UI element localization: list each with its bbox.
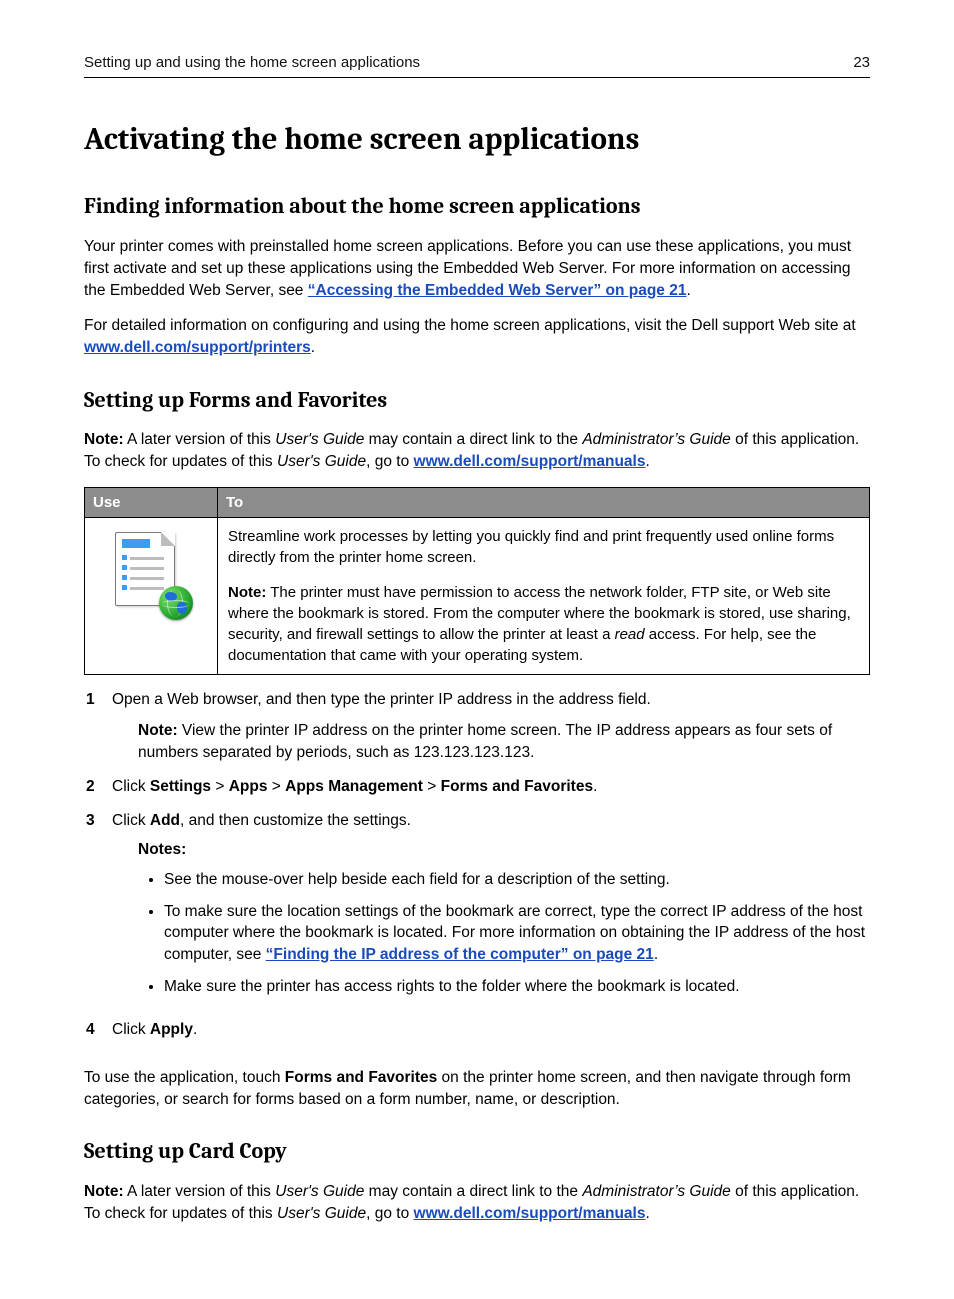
- paragraph: For detailed information on configuring …: [84, 315, 870, 358]
- notes-label: Notes:: [138, 839, 870, 861]
- forms-favorites-table: Use To: [84, 487, 870, 675]
- step-1: Open a Web browser, and then type the pr…: [84, 689, 870, 776]
- table-header-to: To: [218, 487, 870, 517]
- step-3-notes-list: See the mouse-over help beside each fiel…: [164, 869, 870, 997]
- forms-favorites-icon-cell: [85, 517, 218, 674]
- step-3: Click Add, and then customize the settin…: [84, 810, 870, 1020]
- forms-favorites-description: Streamline work processes by letting you…: [218, 517, 870, 674]
- subheading-forms-favorites: Setting up Forms and Favorites: [84, 385, 870, 416]
- note-paragraph: Note: A later version of this User's Gui…: [84, 429, 870, 472]
- table-row: Streamline work processes by letting you…: [85, 517, 870, 674]
- link-dell-support-manuals[interactable]: www.dell.com/support/manuals: [414, 1205, 646, 1222]
- link-dell-support-printers[interactable]: www.dell.com/support/printers: [84, 339, 311, 356]
- list-item: Make sure the printer has access rights …: [164, 976, 870, 998]
- link-accessing-ews[interactable]: “Accessing the Embedded Web Server” on p…: [308, 282, 687, 299]
- paragraph: Your printer comes with preinstalled hom…: [84, 236, 870, 301]
- forms-globe-icon: [115, 532, 187, 614]
- section-path: Setting up and using the home screen app…: [84, 52, 420, 73]
- setup-steps: Open a Web browser, and then type the pr…: [84, 689, 870, 1053]
- header-rule: [84, 77, 870, 78]
- step-4: Click Apply.: [84, 1019, 870, 1053]
- link-dell-support-manuals[interactable]: www.dell.com/support/manuals: [414, 453, 646, 470]
- link-finding-ip[interactable]: “Finding the IP address of the computer”…: [266, 946, 654, 963]
- list-item: See the mouse-over help beside each fiel…: [164, 869, 870, 891]
- page-number: 23: [853, 52, 870, 73]
- note-paragraph: Note: A later version of this User's Gui…: [84, 1181, 870, 1224]
- step-2: Click Settings > Apps > Apps Management …: [84, 776, 870, 810]
- subheading-finding-info: Finding information about the home scree…: [84, 191, 870, 222]
- list-item: To make sure the location settings of th…: [164, 901, 870, 966]
- document-page: { "header": { "section_title": "Setting …: [0, 0, 954, 1299]
- paragraph: To use the application, touch Forms and …: [84, 1067, 870, 1110]
- subheading-card-copy: Setting up Card Copy: [84, 1136, 870, 1167]
- step-1-note: Note: View the printer IP address on the…: [138, 720, 870, 763]
- table-header-use: Use: [85, 487, 218, 517]
- running-header: Setting up and using the home screen app…: [84, 52, 870, 73]
- page-title: Activating the home screen applications: [84, 118, 870, 161]
